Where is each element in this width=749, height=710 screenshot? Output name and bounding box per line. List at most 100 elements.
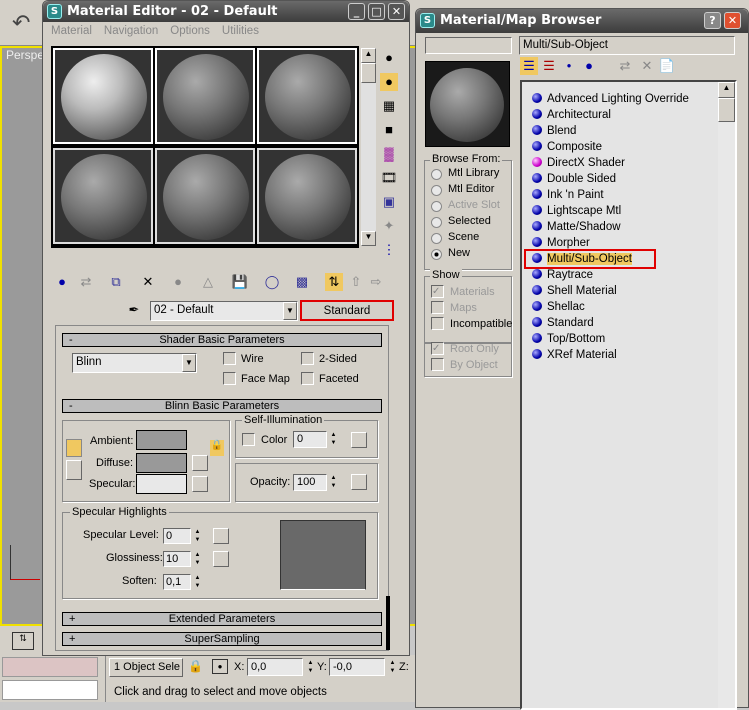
video-color-check-icon[interactable]: ▓ (380, 145, 398, 163)
sample-slot-6[interactable] (257, 148, 357, 244)
radio-new[interactable] (431, 249, 442, 260)
list-item[interactable]: XRef Material (532, 347, 617, 363)
menu-material[interactable]: Material (51, 25, 92, 37)
browser-name-field[interactable] (425, 37, 512, 54)
transform-mode-icon[interactable]: ● (212, 659, 228, 674)
sample-slot-2[interactable] (155, 48, 255, 144)
select-by-material-icon[interactable]: ✦ (380, 217, 398, 235)
material-effects-channel-icon[interactable]: ◯ (263, 273, 281, 291)
wire-checkbox[interactable] (223, 352, 236, 365)
update-scene-materials-icon[interactable]: ⇄ (616, 57, 634, 75)
list-item[interactable]: Morpher (532, 235, 590, 251)
sample-slot-3[interactable] (257, 48, 357, 144)
specular-level-spinner[interactable]: ▲ ▼ (193, 528, 202, 544)
list-item[interactable]: Architectural (532, 107, 611, 123)
maxscript-input[interactable] (2, 680, 98, 700)
list-item[interactable]: Multi/Sub-Object (524, 249, 656, 269)
uv-tiling-icon[interactable]: ■ (380, 121, 398, 139)
faceted-checkbox[interactable] (301, 372, 314, 385)
sample-slot-scrollbar[interactable]: ▲ ▼ (361, 48, 376, 246)
close-button[interactable]: ✕ (724, 12, 741, 29)
self-illum-map-button[interactable] (351, 432, 367, 448)
list-item[interactable]: DirectX Shader (532, 155, 625, 171)
sample-slot-1[interactable] (53, 48, 153, 144)
go-forward-sibling-icon[interactable]: ⇨ (367, 273, 385, 291)
menu-navigation[interactable]: Navigation (104, 25, 158, 37)
material-navigator-icon[interactable]: ⋮ (380, 241, 398, 259)
view-large-icons-icon[interactable]: ● (580, 57, 598, 75)
extended-parameters-rollout-header[interactable]: + Extended Parameters (62, 612, 382, 626)
go-to-parent-icon[interactable]: ⇧ (347, 273, 365, 291)
sample-slot-5[interactable] (155, 148, 255, 244)
list-scrollbar[interactable]: ▲ (718, 82, 735, 708)
list-item[interactable]: Shell Material (532, 283, 617, 299)
material-editor-titlebar[interactable]: S Material Editor - 02 - Default _ □ ✕ (43, 1, 409, 22)
options-icon[interactable]: ▣ (380, 193, 398, 211)
opacity-map-button[interactable] (351, 474, 367, 490)
soften-field[interactable]: 0,1 (163, 574, 191, 590)
list-item[interactable]: Raytrace (532, 267, 593, 283)
time-config-icon[interactable]: ⇅ (12, 632, 34, 650)
maxscript-listener[interactable] (2, 657, 98, 677)
soften-spinner[interactable]: ▲ ▼ (193, 574, 202, 590)
list-item[interactable]: Ink 'n Paint (532, 187, 604, 203)
supersampling-rollout-header[interactable]: + SuperSampling (62, 632, 382, 646)
delete-from-library-icon[interactable]: ✕ (638, 57, 656, 75)
incompatible-checkbox[interactable] (431, 317, 444, 330)
get-material-icon[interactable]: ● (53, 273, 71, 291)
glossiness-field[interactable]: 10 (163, 551, 191, 567)
material-name-dropdown[interactable]: 02 - Default ▼ (150, 301, 298, 321)
diffuse-specular-lock-icon[interactable] (66, 460, 82, 480)
make-copy-icon[interactable]: ● (169, 273, 187, 291)
glossiness-spinner[interactable]: ▲ ▼ (193, 551, 202, 567)
menu-utilities[interactable]: Utilities (222, 25, 259, 37)
shader-rollout-header[interactable]: - Shader Basic Parameters (62, 333, 382, 347)
list-item[interactable]: Matte/Shadow (532, 219, 621, 235)
specular-level-field[interactable]: 0 (163, 528, 191, 544)
x-coordinate-field[interactable]: 0,0 (247, 658, 303, 676)
ambient-color-swatch[interactable] (136, 430, 187, 450)
radio-selected[interactable] (431, 217, 442, 228)
minimize-button[interactable]: _ (348, 3, 365, 20)
self-illum-spinner[interactable]: ▲ ▼ (329, 431, 338, 447)
list-item[interactable]: Shellac (532, 299, 585, 315)
material-type-button[interactable]: Standard (300, 300, 394, 321)
list-item[interactable]: Blend (532, 123, 576, 139)
clear-library-icon[interactable]: 📄 (658, 57, 676, 75)
material-type-list[interactable]: Advanced Lighting Override Architectural B… (520, 80, 737, 710)
opacity-spinner[interactable]: ▲ ▼ (329, 474, 338, 490)
specular-color-swatch[interactable] (136, 474, 187, 494)
list-item[interactable]: Standard (532, 315, 594, 331)
list-item[interactable]: Lightscape Mtl (532, 203, 621, 219)
maximize-button[interactable]: □ (368, 3, 385, 20)
y-coordinate-field[interactable]: -0,0 (329, 658, 385, 676)
list-item[interactable]: Double Sided (532, 171, 616, 187)
sample-slot-4[interactable] (53, 148, 153, 244)
self-illum-color-checkbox[interactable] (242, 433, 255, 446)
list-item[interactable]: Top/Bottom (532, 331, 605, 347)
specular-map-button[interactable] (192, 476, 208, 492)
browser-titlebar[interactable]: S Material/Map Browser ? ✕ (416, 9, 748, 33)
menu-options[interactable]: Options (170, 25, 210, 37)
lock-icon[interactable]: 🔒 (210, 440, 224, 456)
two-sided-checkbox[interactable] (301, 352, 314, 365)
view-list-icon[interactable]: ☰ (520, 57, 538, 75)
background-checker-icon[interactable]: ▦ (380, 97, 398, 115)
radio-mtl-editor[interactable] (431, 185, 442, 196)
view-list-icons-icon[interactable]: ☰ (540, 57, 558, 75)
opacity-value-field[interactable]: 100 (293, 474, 327, 491)
put-to-scene-icon[interactable]: ⇄ (77, 273, 95, 291)
assign-to-selection-icon[interactable]: ⧉ (107, 273, 125, 291)
reset-material-icon[interactable]: ✕ (139, 273, 157, 291)
rollout-scrollbar[interactable] (386, 596, 390, 650)
blinn-rollout-header[interactable]: - Blinn Basic Parameters (62, 399, 382, 413)
put-to-library-icon[interactable]: 💾 (231, 273, 249, 291)
ambient-diffuse-lock-icon[interactable] (66, 439, 82, 457)
specular-level-map-button[interactable] (213, 528, 229, 544)
show-end-result-icon[interactable]: ⇅ (325, 273, 343, 291)
radio-scene[interactable] (431, 233, 442, 244)
undo-icon[interactable]: ↶ (12, 10, 30, 36)
close-button[interactable]: ✕ (388, 3, 405, 20)
glossiness-map-button[interactable] (213, 551, 229, 567)
help-button[interactable]: ? (704, 12, 721, 29)
